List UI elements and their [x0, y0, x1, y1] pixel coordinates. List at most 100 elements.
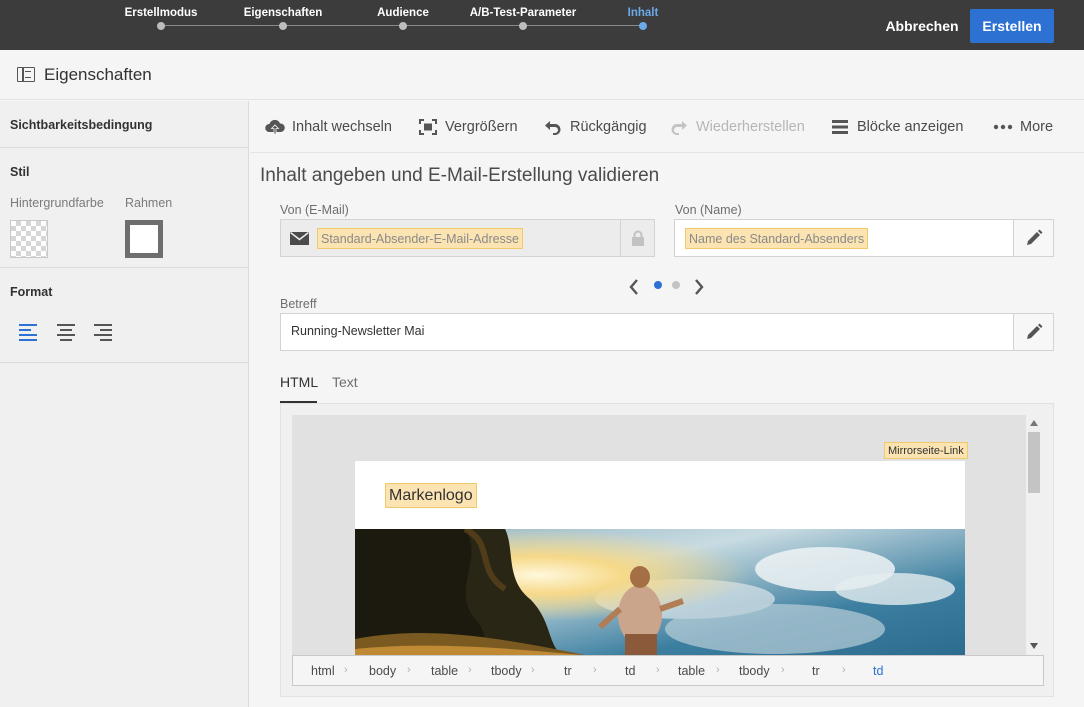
breadcrumb-item[interactable]: tbody [491, 664, 522, 678]
brand-logo[interactable]: Markenlogo [385, 483, 477, 508]
step-dot [279, 22, 287, 30]
visibility-condition-section[interactable]: Sichtbarkeitsbedingung [10, 118, 152, 132]
scrollbar-thumb[interactable] [1028, 432, 1040, 493]
create-button[interactable]: Erstellen [970, 9, 1054, 43]
show-blocks-button[interactable]: Blöcke anzeigen [830, 101, 963, 153]
cancel-button[interactable]: Abbrechen [882, 9, 962, 43]
hero-image[interactable] [355, 529, 965, 655]
step-inhalt[interactable]: Inhalt [563, 7, 723, 30]
align-right-icon[interactable] [94, 324, 114, 341]
breadcrumb-separator: › [781, 664, 785, 676]
step-label: Eigenschaften [243, 7, 323, 19]
breadcrumb-item[interactable]: tr [812, 664, 820, 678]
preview-canvas[interactable]: Mirrorseite-Link Markenlogo [292, 415, 1026, 655]
from-name-field[interactable]: Name des Standard-Absenders [674, 219, 1054, 257]
background-color-swatch[interactable] [10, 220, 48, 258]
breadcrumb-item[interactable]: html [311, 664, 335, 678]
change-content-label: Inhalt wechseln [292, 119, 392, 135]
redo-label: Wiederherstellen [696, 119, 805, 135]
email-body[interactable]: Markenlogo [355, 461, 965, 655]
subject-label: Betreff [280, 297, 317, 311]
step-dot [157, 22, 165, 30]
breadcrumb-item[interactable]: table [431, 664, 458, 678]
chevron-right-icon[interactable] [693, 278, 705, 301]
subject-value: Running-Newsletter Mai [291, 324, 425, 338]
tab-html[interactable]: HTML [280, 374, 318, 403]
mirror-page-link[interactable]: Mirrorseite-Link [884, 442, 968, 459]
page-dot-active[interactable] [654, 281, 662, 289]
step-dot [639, 22, 647, 30]
breadcrumb-separator: › [656, 664, 660, 676]
lock-icon [620, 220, 654, 256]
email-preview: Mirrorseite-Link Markenlogo html › body … [280, 403, 1054, 697]
from-email-label: Von (E-Mail) [280, 203, 349, 217]
breadcrumb-separator: › [344, 664, 348, 676]
subject-field[interactable]: Running-Newsletter Mai [280, 313, 1054, 351]
divider [0, 362, 249, 363]
format-section-title: Format [10, 285, 53, 299]
pencil-icon [1026, 229, 1042, 245]
step-label: Inhalt [627, 7, 659, 19]
breadcrumb-item[interactable]: td [625, 664, 635, 678]
editor-toolbar: Inhalt wechseln Vergrößern Rückgängig Wi… [250, 101, 1084, 153]
edit-from-name-button[interactable] [1013, 220, 1053, 256]
from-email-field[interactable]: Standard-Absender-E-Mail-Adresse [280, 219, 655, 257]
chevron-left-icon[interactable] [628, 278, 640, 301]
change-content-button[interactable]: Inhalt wechseln [265, 101, 392, 153]
from-name-label: Von (Name) [675, 203, 742, 217]
preview-scrollbar[interactable] [1027, 415, 1041, 655]
undo-button[interactable]: Rückgängig [543, 101, 647, 153]
more-icon [993, 117, 1013, 137]
step-label: Audience [377, 7, 429, 19]
undo-label: Rückgängig [570, 119, 647, 135]
scroll-up-icon [1030, 420, 1038, 426]
undo-icon [543, 117, 563, 137]
pencil-icon [1026, 323, 1042, 339]
blocks-icon [830, 117, 850, 137]
left-panel: Sichtbarkeitsbedingung Stil Hintergrundf… [0, 101, 249, 707]
cloud-upload-icon [265, 117, 285, 137]
page-heading: Inhalt angeben und E-Mail-Erstellung val… [260, 165, 660, 186]
align-center-icon[interactable] [57, 324, 77, 341]
tab-text[interactable]: Text [332, 374, 362, 403]
step-dot [519, 22, 527, 30]
breadcrumb-separator: › [593, 664, 597, 676]
align-left-icon[interactable] [19, 324, 39, 341]
redo-button[interactable]: Wiederherstellen [669, 101, 805, 153]
step-label: A/B-Test-Parameter [469, 7, 577, 19]
pager [625, 276, 710, 298]
border-swatch[interactable] [125, 220, 163, 258]
enlarge-button[interactable]: Vergrößern [418, 101, 518, 153]
redo-icon [669, 117, 689, 137]
edit-subject-button[interactable] [1013, 314, 1053, 350]
border-label: Rahmen [125, 196, 173, 210]
background-color-label: Hintergrundfarbe [10, 196, 104, 210]
properties-title: Eigenschaften [44, 65, 152, 84]
properties-panel-icon[interactable] [17, 67, 35, 82]
divider [0, 267, 249, 268]
expand-icon [418, 117, 438, 137]
breadcrumb-item[interactable]: table [678, 664, 705, 678]
dom-breadcrumb: html › body › table › tbody › tr › td › … [292, 655, 1044, 686]
style-section-title: Stil [10, 165, 30, 179]
envelope-icon [290, 231, 309, 250]
enlarge-label: Vergrößern [445, 119, 518, 135]
more-label: More [1020, 119, 1054, 135]
breadcrumb-separator: › [716, 664, 720, 676]
breadcrumb-separator: › [468, 664, 472, 676]
step-label: Erstellmodus [124, 7, 198, 19]
more-button[interactable]: More [993, 101, 1053, 153]
show-blocks-label: Blöcke anzeigen [857, 119, 964, 135]
breadcrumb-item[interactable]: body [369, 664, 396, 678]
scroll-down-icon [1030, 643, 1038, 649]
top-bar: Erstellmodus Eigenschaften Audience A/B-… [0, 0, 1084, 50]
wizard-stepper: Erstellmodus Eigenschaften Audience A/B-… [0, 0, 700, 50]
from-email-value: Standard-Absender-E-Mail-Adresse [317, 228, 524, 249]
breadcrumb-separator: › [407, 664, 411, 676]
page-dot[interactable] [672, 281, 680, 289]
breadcrumb-separator: › [842, 664, 846, 676]
breadcrumb-item[interactable]: tbody [739, 664, 770, 678]
breadcrumb-item[interactable]: tr [564, 664, 572, 678]
properties-header: Eigenschaften [0, 50, 1084, 100]
breadcrumb-item-current[interactable]: td [873, 664, 883, 678]
